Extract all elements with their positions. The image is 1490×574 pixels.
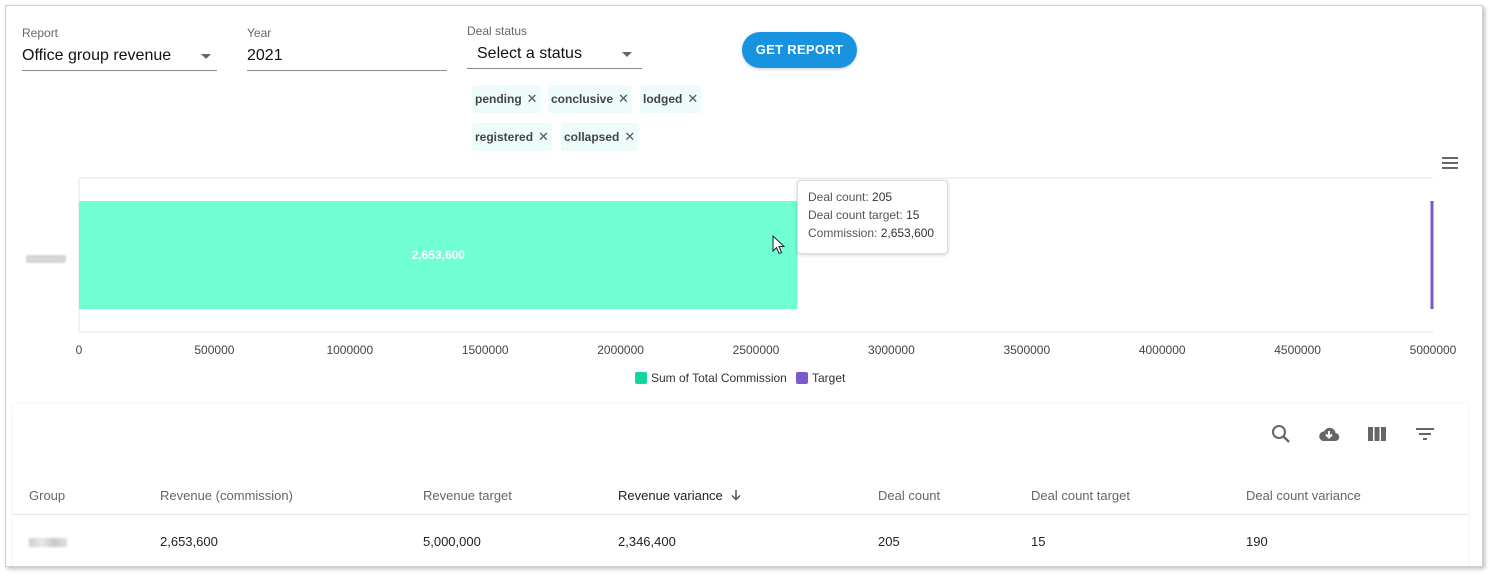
column-header-label: Revenue variance (618, 488, 723, 503)
bar-data-label: 2,653,600 (412, 248, 466, 262)
x-tick-label: 3500000 (1003, 343, 1050, 357)
legend-label: Target (812, 371, 846, 385)
legend-label: Sum of Total Commission (651, 371, 787, 385)
x-tick-label: 0 (76, 343, 83, 357)
filter-list-icon[interactable] (1413, 422, 1437, 446)
cell-group (29, 534, 67, 549)
tooltip-deal-count: Deal count: 205 (808, 190, 893, 204)
column-header-deal-count[interactable]: Deal count (878, 488, 940, 503)
legend-item-target[interactable]: Target (796, 371, 845, 385)
cloud-download-icon[interactable] (1317, 422, 1341, 446)
x-tick-label: 1500000 (462, 343, 509, 357)
x-tick-label: 2500000 (733, 343, 780, 357)
legend-swatch-commission (635, 372, 647, 384)
cell-revenue: 2,653,600 (160, 534, 218, 549)
column-header-deal-count-target[interactable]: Deal count target (1031, 488, 1130, 503)
report-window: Report Office group revenue Year 2021 De… (5, 5, 1483, 567)
table-row[interactable]: 2,653,600 5,000,000 2,346,400 205 15 190 (13, 515, 1468, 565)
redacted-group-name (29, 538, 67, 548)
mouse-cursor-icon (772, 235, 786, 255)
tooltip-deal-target: Deal count target: 15 (808, 208, 920, 222)
target-marker (1430, 201, 1434, 309)
revenue-chart: 0 500000 1000000 1500000 2000000 2500000 30000… (26, 177, 1457, 357)
x-tick-label: 1000000 (326, 343, 373, 357)
cell-deal-count-target: 15 (1031, 534, 1046, 549)
x-tick-label: 500000 (194, 343, 234, 357)
cell-deal-count-variance: 190 (1246, 534, 1268, 549)
column-header-revenue-variance[interactable]: Revenue variance (618, 488, 743, 503)
chart-tooltip: Deal count: 205 Deal count target: 15 Co… (797, 180, 948, 254)
legend-item-commission[interactable]: Sum of Total Commission (635, 371, 787, 385)
column-header-deal-count-variance[interactable]: Deal count variance (1246, 488, 1361, 503)
x-tick-label: 4000000 (1139, 343, 1186, 357)
x-tick-label: 5000000 (1410, 343, 1457, 357)
cell-revenue-variance: 2,346,400 (618, 534, 676, 549)
search-icon[interactable] (1269, 422, 1293, 446)
column-header-revenue-target[interactable]: Revenue target (423, 488, 512, 503)
table-header: Group Revenue (commission) Revenue targe… (13, 476, 1468, 515)
x-tick-label: 2000000 (597, 343, 644, 357)
arrow-down-icon[interactable] (729, 488, 743, 502)
y-category-label-redacted (26, 255, 66, 263)
view-column-icon[interactable] (1365, 422, 1389, 446)
x-tick-label: 3000000 (868, 343, 915, 357)
column-header-group[interactable]: Group (29, 488, 65, 503)
x-tick-label: 4500000 (1274, 343, 1321, 357)
column-header-revenue[interactable]: Revenue (commission) (160, 488, 293, 503)
cell-deal-count: 205 (878, 534, 900, 549)
tooltip-commission: Commission: 2,653,600 (808, 226, 935, 240)
legend-swatch-target (796, 372, 808, 384)
cell-revenue-target: 5,000,000 (423, 534, 481, 549)
results-table: Group Revenue (commission) Revenue targe… (13, 404, 1468, 566)
